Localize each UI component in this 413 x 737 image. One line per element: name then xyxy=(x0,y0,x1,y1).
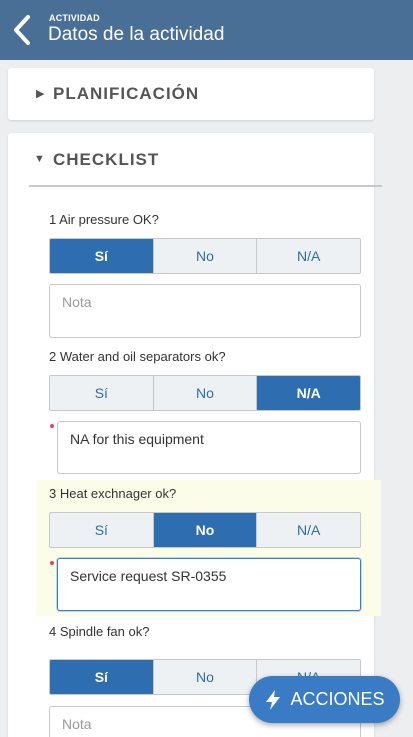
question-2-options: Sí No N/A xyxy=(49,375,361,411)
question-2-label: 2 Water and oil separators ok? xyxy=(49,349,226,364)
question-1-option-yes[interactable]: Sí xyxy=(50,239,154,273)
app-header: ACTIVIDAD Datos de la actividad xyxy=(0,0,413,60)
question-1-note-field[interactable]: Nota xyxy=(49,284,361,338)
question-1-option-na[interactable]: N/A xyxy=(257,239,360,273)
header-subtitle: ACTIVIDAD xyxy=(49,13,100,23)
acciones-button[interactable]: ACCIONES xyxy=(249,676,400,723)
question-2-option-na[interactable]: N/A xyxy=(257,376,360,410)
planning-card: ▶ PLANIFICACIÓN xyxy=(8,68,374,120)
question-4-option-no[interactable]: No xyxy=(154,660,258,694)
planning-section-header[interactable]: ▶ PLANIFICACIÓN xyxy=(8,68,374,120)
required-indicator xyxy=(50,561,54,565)
section-divider xyxy=(29,185,382,187)
question-3-option-yes[interactable]: Sí xyxy=(50,513,154,547)
question-4-option-yes[interactable]: Sí xyxy=(50,660,154,694)
question-1-options: Sí No N/A xyxy=(49,238,361,274)
question-4-label: 4 Spindle fan ok? xyxy=(49,624,150,639)
acciones-label: ACCIONES xyxy=(290,689,385,709)
question-1-option-no[interactable]: No xyxy=(154,239,258,273)
question-3-options: Sí No N/A xyxy=(49,512,361,548)
question-3-label: 3 Heat exchnager ok? xyxy=(49,486,177,501)
planning-section-label: PLANIFICACIÓN xyxy=(53,84,200,103)
back-arrow-icon[interactable] xyxy=(8,12,36,48)
lightning-icon xyxy=(266,689,281,710)
caret-down-icon: ▼ xyxy=(34,153,45,165)
question-1-label: 1 Air pressure OK? xyxy=(49,212,159,227)
checklist-section-label: CHECKLIST xyxy=(53,150,160,169)
question-3-note-field[interactable]: Service request SR-0355 xyxy=(57,558,361,611)
checklist-section-header[interactable]: ▼ CHECKLIST xyxy=(8,133,374,185)
question-3-option-no[interactable]: No xyxy=(153,513,258,547)
page-title: Datos de la actividad xyxy=(48,24,225,45)
question-2-note-field[interactable]: NA for this equipment xyxy=(57,421,361,474)
required-indicator xyxy=(50,424,54,428)
caret-right-icon: ▶ xyxy=(36,88,45,100)
question-2-option-no[interactable]: No xyxy=(154,376,258,410)
question-2-option-yes[interactable]: Sí xyxy=(50,376,154,410)
question-3-option-na[interactable]: N/A xyxy=(257,513,360,547)
